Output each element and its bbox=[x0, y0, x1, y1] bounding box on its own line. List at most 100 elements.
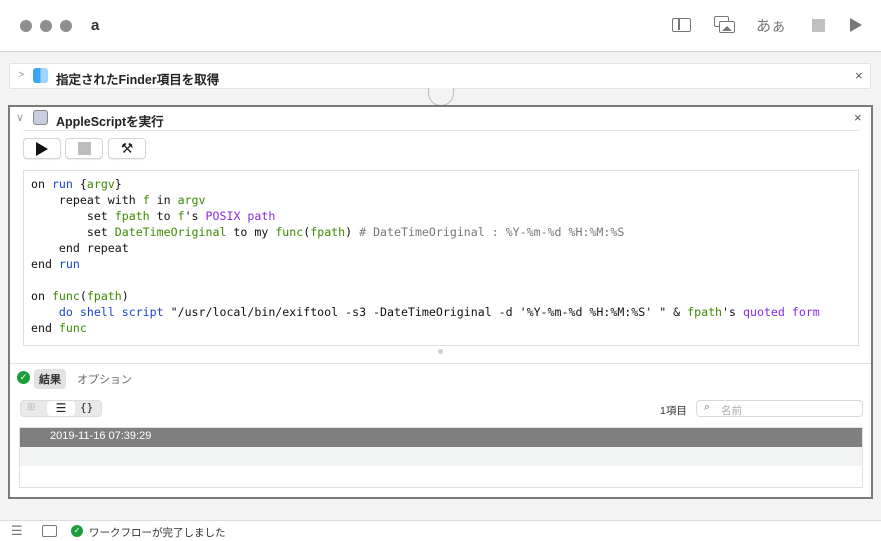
code-token: ( bbox=[79, 289, 87, 303]
resize-handle[interactable] bbox=[438, 349, 443, 354]
code-token: to bbox=[149, 209, 178, 223]
source-view-button[interactable]: {} bbox=[80, 401, 93, 414]
code-token: argv bbox=[177, 193, 206, 207]
play-icon bbox=[36, 141, 48, 156]
code-token: repeat with bbox=[31, 193, 143, 207]
code-line: on func(fpath) bbox=[31, 288, 858, 304]
close-window-button[interactable] bbox=[20, 20, 32, 32]
code-line: do shell script "/usr/local/bin/exiftool… bbox=[31, 304, 858, 320]
close-icon[interactable]: × bbox=[854, 110, 862, 125]
code-token: set bbox=[31, 225, 115, 239]
item-count: 1項目 bbox=[660, 405, 687, 417]
status-bar: ☰ ✓ ワークフローが完了しました bbox=[0, 520, 881, 541]
code-token: run bbox=[58, 257, 80, 271]
code-token: to my bbox=[226, 225, 276, 239]
play-icon[interactable] bbox=[850, 18, 862, 32]
table-row-empty bbox=[20, 447, 862, 466]
code-token: func bbox=[58, 321, 87, 335]
media-browser-icon[interactable] bbox=[714, 16, 735, 33]
code-line: repeat with f in argv bbox=[31, 192, 858, 208]
code-token: on bbox=[31, 289, 52, 303]
action-title: AppleScriptを実行 bbox=[56, 115, 164, 129]
code-token: end bbox=[31, 257, 59, 271]
search-input[interactable]: ⌕ 名前 bbox=[696, 400, 863, 417]
action-title: 指定されたFinder項目を取得 bbox=[56, 73, 220, 87]
code-token: on bbox=[31, 177, 52, 191]
fonts-button[interactable]: あぁ bbox=[756, 15, 786, 36]
code-token: POSIX path bbox=[205, 209, 276, 223]
success-icon: ✓ bbox=[17, 371, 30, 384]
code-line: end func bbox=[31, 320, 858, 336]
code-line: set DateTimeOriginal to my func(fpath) #… bbox=[31, 224, 858, 240]
search-placeholder: 名前 bbox=[721, 405, 742, 417]
finder-icon bbox=[33, 68, 48, 83]
action-connector bbox=[428, 88, 454, 106]
search-icon: ⌕ bbox=[704, 401, 711, 413]
view-mode-segmented: ⊞ ☰ {} bbox=[20, 400, 102, 417]
code-token: f bbox=[177, 209, 185, 223]
list-view-icon[interactable]: ☰ bbox=[47, 401, 75, 416]
code-token: f bbox=[142, 193, 150, 207]
status-message: ワークフローが完了しました bbox=[89, 527, 226, 539]
code-token: # DateTimeOriginal : %Y-%m-%d %H:%M:%S bbox=[359, 225, 625, 239]
results-table: 2019-11-16 07:39:29 bbox=[19, 427, 863, 488]
result-value: 2019-11-16 07:39:29 bbox=[50, 430, 152, 442]
code-line: on run {argv} bbox=[31, 176, 858, 192]
stop-script-button[interactable] bbox=[65, 138, 103, 159]
zoom-window-button[interactable] bbox=[60, 20, 72, 32]
title-bar: a あぁ bbox=[0, 0, 881, 52]
applescript-icon bbox=[33, 110, 48, 125]
action-run-applescript: ∨ AppleScriptを実行 × ⚒ on run {argv} repea… bbox=[8, 105, 873, 499]
code-line: end repeat bbox=[31, 240, 858, 256]
code-token: end repeat bbox=[31, 241, 129, 255]
code-token: fpath bbox=[114, 209, 150, 223]
grid-view-icon[interactable]: ⊞ bbox=[27, 402, 35, 413]
run-script-button[interactable] bbox=[23, 138, 61, 159]
code-token: DateTimeOriginal bbox=[114, 225, 227, 239]
log-list-icon[interactable]: ☰ bbox=[11, 523, 23, 539]
code-token: do shell script bbox=[58, 305, 164, 319]
tab-options[interactable]: オプション bbox=[77, 371, 132, 387]
code-token: "/usr/local/bin/exiftool -s3 -DateTimeOr… bbox=[163, 305, 688, 319]
chevron-down-icon[interactable]: ∨ bbox=[16, 111, 24, 124]
code-token: { bbox=[79, 177, 87, 191]
code-token: end bbox=[31, 321, 59, 335]
minimize-window-button[interactable] bbox=[40, 20, 52, 32]
code-token: 's bbox=[184, 209, 206, 223]
code-token: run bbox=[51, 177, 80, 191]
code-token: fpath bbox=[310, 225, 346, 239]
code-token: func bbox=[51, 289, 80, 303]
divider bbox=[10, 363, 871, 364]
code-token: fpath bbox=[687, 305, 723, 319]
script-editor[interactable]: on run {argv} repeat with f in argv set … bbox=[23, 170, 859, 346]
code-token: quoted form bbox=[743, 305, 820, 319]
stop-icon[interactable] bbox=[812, 19, 825, 32]
stop-icon bbox=[77, 142, 91, 155]
code-token: ) bbox=[121, 289, 129, 303]
code-token: 's bbox=[722, 305, 743, 319]
code-token: fpath bbox=[86, 289, 122, 303]
code-token: in bbox=[149, 193, 178, 207]
tab-results[interactable]: 結果 bbox=[34, 369, 66, 389]
chevron-right-icon[interactable]: > bbox=[18, 69, 24, 81]
code-token: argv bbox=[86, 177, 115, 191]
code-token: set bbox=[31, 209, 115, 223]
variables-icon[interactable] bbox=[42, 525, 57, 537]
code-token: func bbox=[275, 225, 304, 239]
window-title: a bbox=[91, 17, 100, 34]
code-token: } bbox=[114, 177, 122, 191]
code-line: end run bbox=[31, 256, 858, 272]
divider bbox=[23, 130, 859, 131]
hammer-icon: ⚒ bbox=[120, 140, 134, 156]
sidebar-icon[interactable] bbox=[672, 18, 691, 32]
close-icon[interactable]: × bbox=[855, 68, 863, 83]
compile-button[interactable]: ⚒ bbox=[108, 138, 146, 159]
table-row-empty bbox=[20, 466, 862, 485]
code-token: ) bbox=[345, 225, 360, 239]
code-line: set fpath to f's POSIX path bbox=[31, 208, 858, 224]
success-icon: ✓ bbox=[71, 525, 83, 537]
action-get-finder-items[interactable]: > 指定されたFinder項目を取得 × bbox=[9, 63, 871, 89]
table-row[interactable]: 2019-11-16 07:39:29 bbox=[20, 428, 862, 447]
